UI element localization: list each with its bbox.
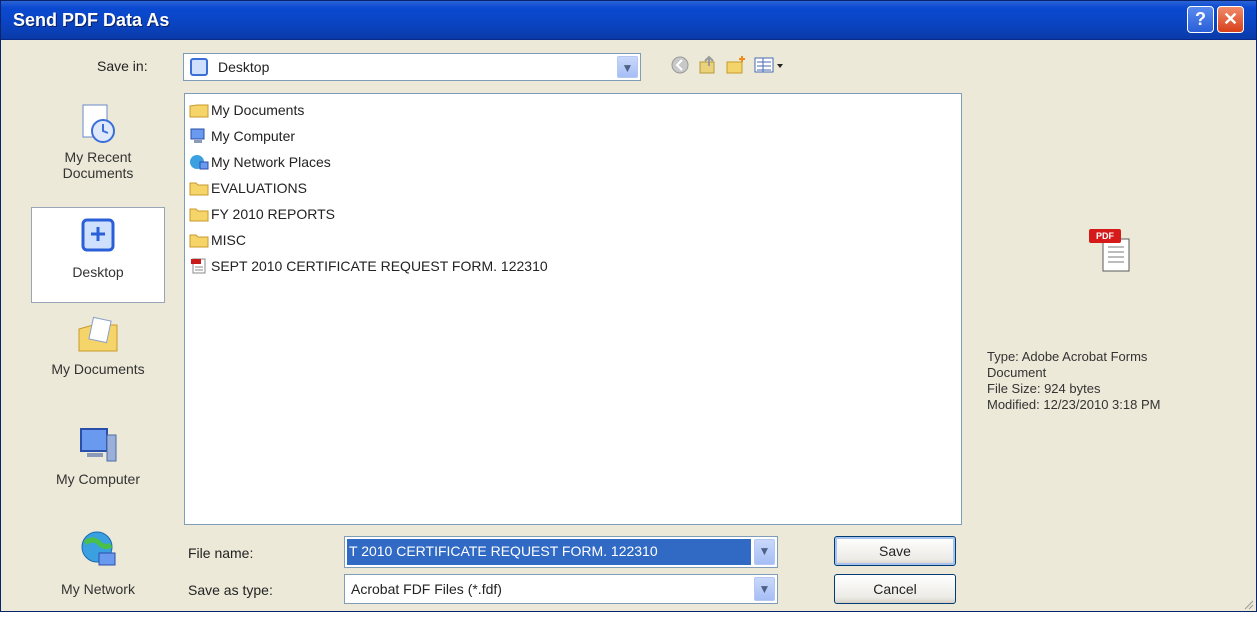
window-title: Send PDF Data As — [13, 10, 170, 30]
save-button[interactable]: Save — [834, 536, 956, 566]
file-name-text: FY 2010 REPORTS — [211, 206, 335, 222]
list-item[interactable]: MISC — [189, 229, 246, 251]
my-documents-icon — [77, 315, 119, 357]
my-documents-icon — [189, 102, 209, 118]
place-my-computer[interactable]: My Computer — [31, 425, 165, 525]
new-folder-icon[interactable] — [725, 54, 747, 76]
send-pdf-data-dialog: Send PDF Data As ? ✕ Save in: Desktop ▼ … — [0, 0, 1257, 612]
file-list[interactable]: My Documents My Computer My Network Plac… — [184, 93, 962, 525]
list-item[interactable]: FY 2010 REPORTS — [189, 203, 335, 225]
my-network-icon — [77, 529, 119, 571]
close-button[interactable]: ✕ — [1217, 6, 1244, 33]
place-label: My Recent Documents — [62, 149, 134, 181]
file-name-text: My Network Places — [211, 154, 331, 170]
file-type-text: Type: Adobe Acrobat Forms — [987, 349, 1148, 364]
title-bar[interactable]: Send PDF Data As ? ✕ — [1, 1, 1256, 40]
fdf-document-icon: PDF — [1087, 227, 1135, 273]
list-item[interactable]: My Documents — [189, 99, 304, 121]
file-name-input[interactable]: T 2010 CERTIFICATE REQUEST FORM. 122310 … — [344, 536, 778, 568]
folder-icon — [189, 206, 209, 222]
file-type-text-continued: Document — [987, 365, 1047, 380]
list-item[interactable]: My Network Places — [189, 151, 331, 173]
file-name-label: File name: — [188, 545, 254, 561]
place-label: My Network — [61, 581, 135, 597]
place-my-recent-documents[interactable]: My Recent Documents — [31, 103, 165, 207]
place-label: My Computer — [55, 471, 141, 487]
save-in-dropdown[interactable]: Desktop ▼ — [183, 53, 641, 81]
file-modified-text: Modified: 12/23/2010 3:18 PM — [987, 397, 1161, 412]
list-item[interactable]: EVALUATIONS — [189, 177, 307, 199]
place-my-network[interactable]: My Network — [31, 529, 165, 605]
chevron-down-icon[interactable]: ▼ — [754, 539, 775, 565]
folder-icon — [189, 180, 209, 196]
chevron-down-icon[interactable]: ▼ — [617, 56, 638, 78]
save-as-type-value: Acrobat FDF Files (*.fdf) — [351, 581, 502, 597]
place-label: My Documents — [51, 361, 145, 377]
save-in-value: Desktop — [218, 59, 270, 75]
file-name-text: MISC — [211, 232, 246, 248]
place-label: Desktop — [72, 264, 124, 280]
save-in-label: Save in: — [97, 58, 148, 74]
file-name-text: My Computer — [211, 128, 296, 144]
desktop-icon — [77, 216, 119, 258]
save-as-type-dropdown[interactable]: Acrobat FDF Files (*.fdf) ▼ — [344, 574, 778, 604]
back-icon[interactable] — [669, 54, 691, 76]
file-name-value[interactable]: T 2010 CERTIFICATE REQUEST FORM. 122310 — [347, 539, 751, 565]
my-computer-icon — [77, 425, 119, 467]
resize-grip-icon[interactable] — [1242, 597, 1254, 610]
file-name-text: EVALUATIONS — [211, 180, 307, 196]
list-item[interactable]: My Computer — [189, 125, 295, 147]
place-my-documents[interactable]: My Documents — [31, 315, 165, 415]
chevron-down-icon[interactable]: ▼ — [754, 577, 775, 601]
up-folder-icon[interactable] — [697, 54, 719, 76]
save-as-type-label: Save as type: — [188, 582, 273, 598]
my-computer-icon — [189, 128, 209, 144]
recent-documents-icon — [77, 103, 119, 145]
file-details: Type: Adobe Acrobat Forms Document File … — [987, 349, 1237, 413]
list-item[interactable]: SEPT 2010 CERTIFICATE REQUEST FORM. 1223… — [189, 255, 548, 277]
folder-icon — [189, 232, 209, 248]
file-name-text: My Documents — [211, 102, 305, 118]
pdf-badge: PDF — [1089, 229, 1121, 243]
fdf-file-icon — [189, 258, 209, 274]
desktop-icon — [190, 58, 208, 76]
views-menu-icon[interactable] — [753, 54, 787, 76]
network-places-icon — [189, 154, 209, 170]
places-bar: My Recent Documents Desktop My Documents… — [25, 93, 171, 605]
file-name-text: SEPT 2010 CERTIFICATE REQUEST FORM. 1223… — [211, 258, 548, 274]
place-desktop[interactable]: Desktop — [31, 207, 165, 303]
file-size-text: File Size: 924 bytes — [987, 381, 1101, 396]
help-button[interactable]: ? — [1187, 6, 1214, 33]
cancel-button[interactable]: Cancel — [834, 574, 956, 604]
